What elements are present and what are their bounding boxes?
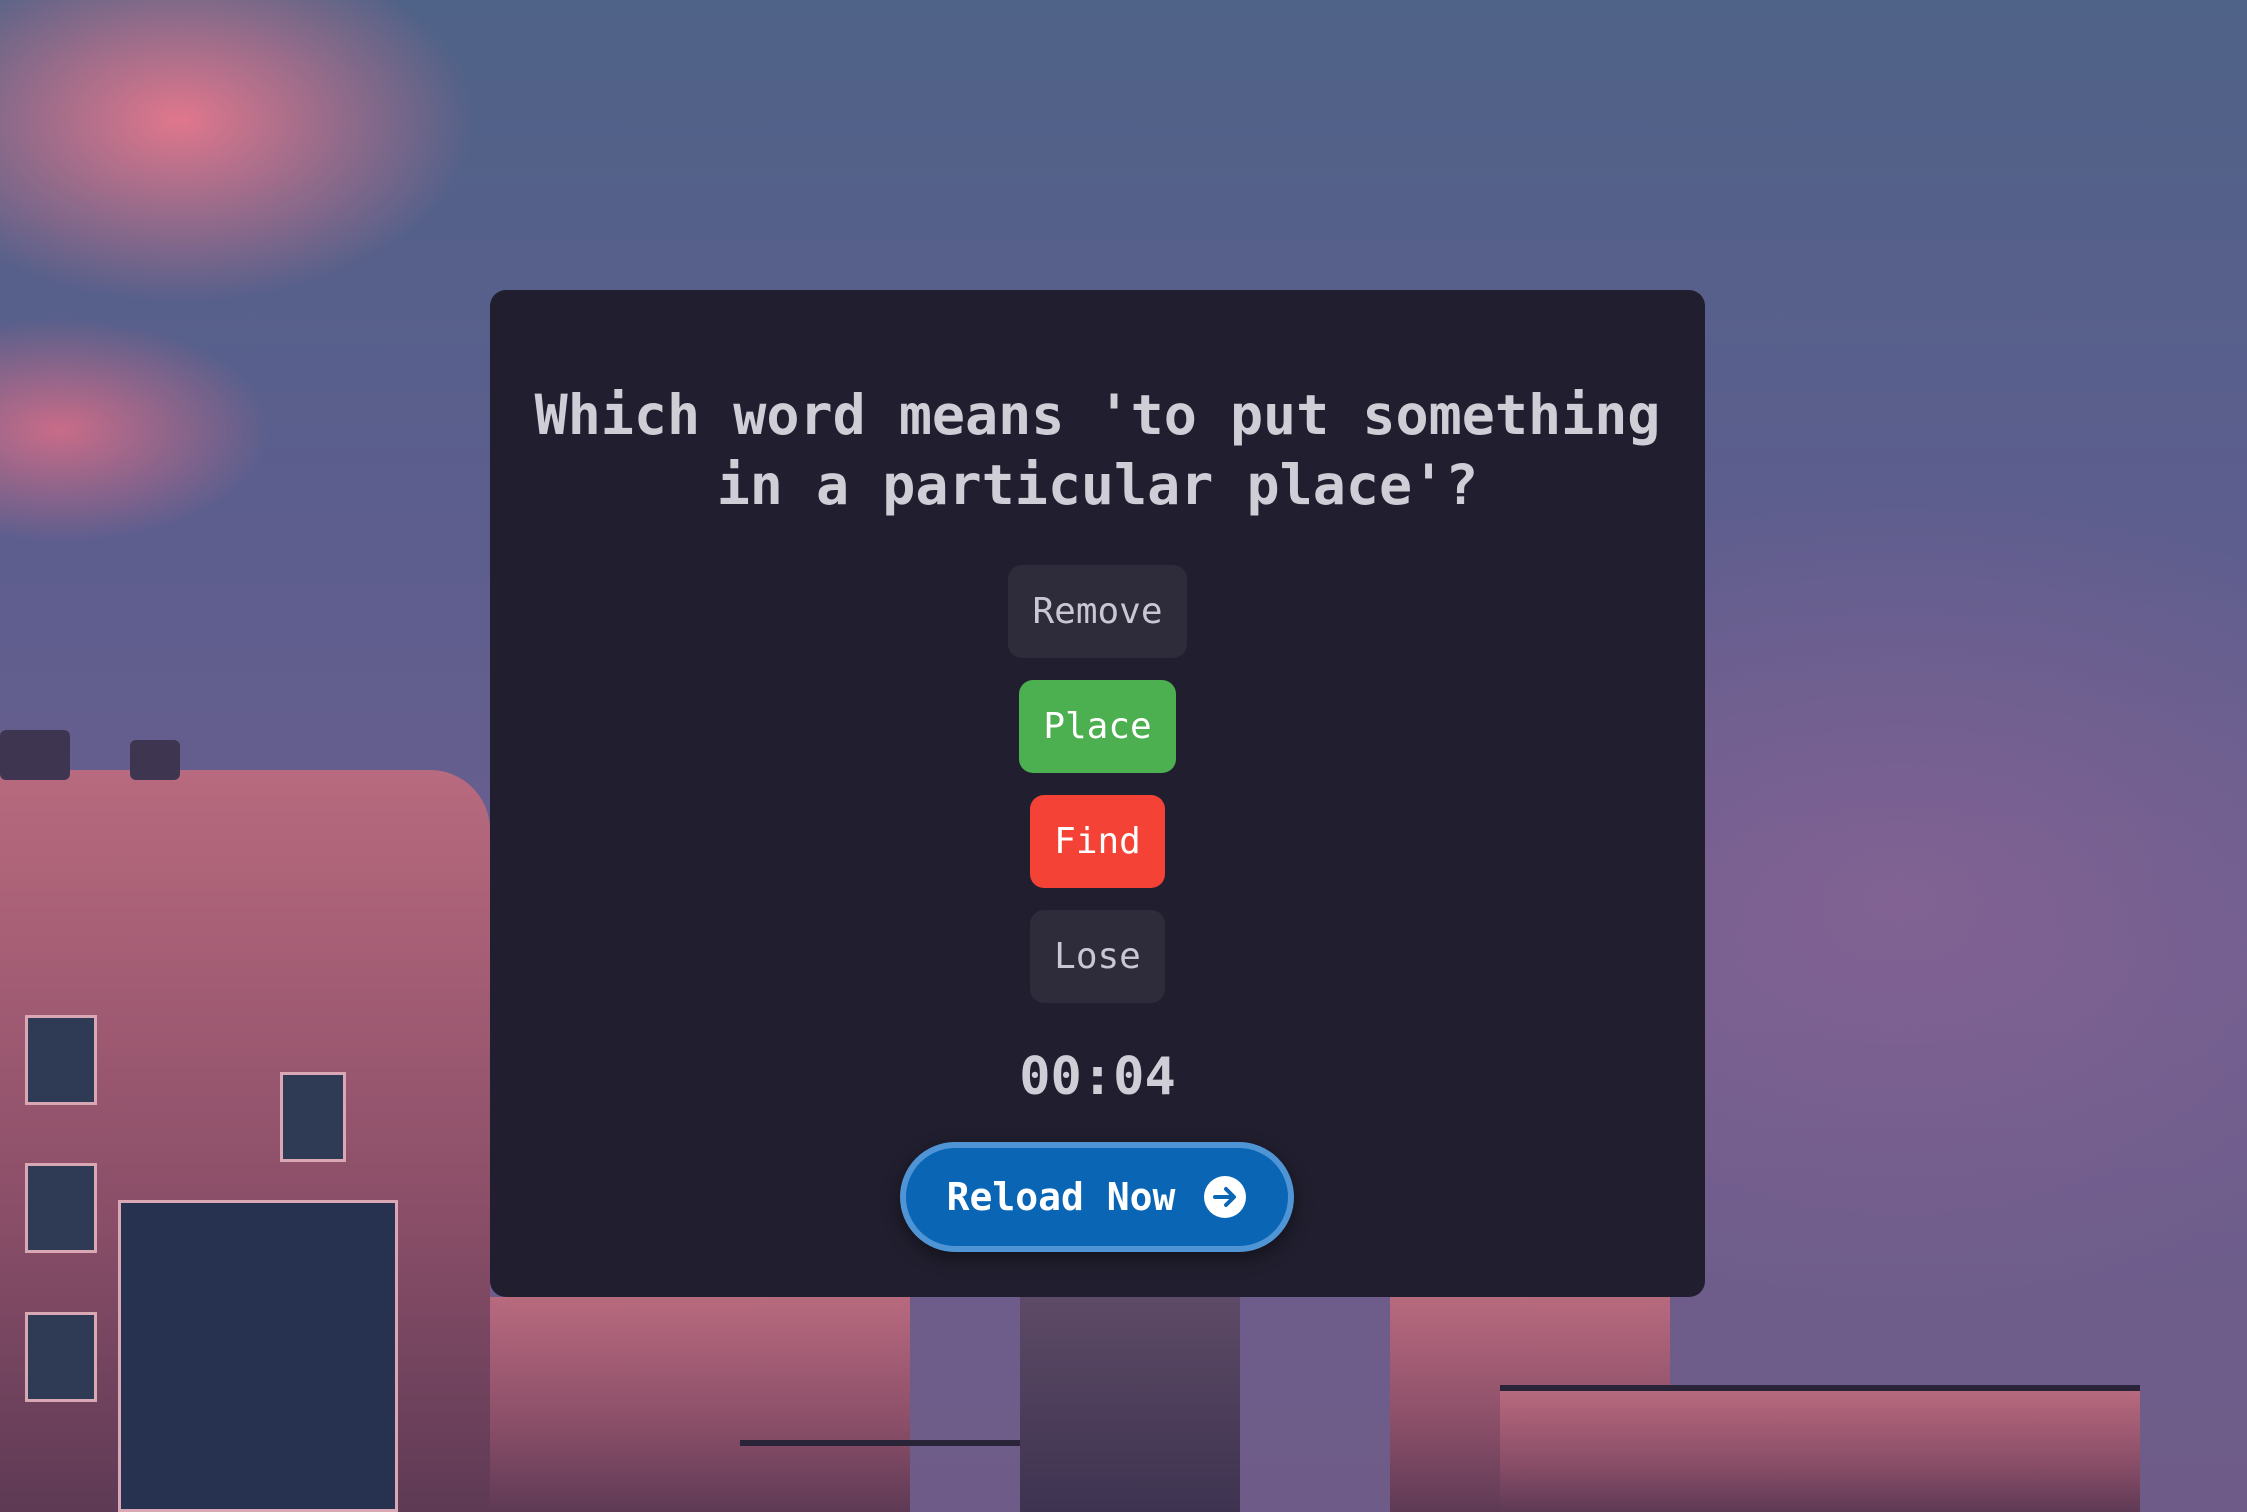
- question-text: Which word means 'to put something in a …: [534, 383, 1661, 517]
- background-window: [118, 1200, 398, 1512]
- background-railing: [740, 1440, 1020, 1446]
- option-lose-button[interactable]: Lose: [1030, 910, 1165, 1003]
- answer-options: Remove Place Find Lose: [490, 565, 1705, 1003]
- background-window: [25, 1015, 97, 1105]
- background-building: [0, 730, 70, 780]
- background-window: [25, 1312, 97, 1402]
- background-building: [1020, 1297, 1240, 1512]
- background-window: [280, 1072, 346, 1162]
- background-railing: [1500, 1385, 2140, 1391]
- reload-now-label: Reload Now: [946, 1175, 1176, 1219]
- background-building: [130, 740, 180, 780]
- quiz-card: Which word means 'to put something in a …: [490, 290, 1705, 1297]
- background-building: [1500, 1390, 2140, 1512]
- background-window: [25, 1163, 97, 1253]
- reload-now-button[interactable]: Reload Now: [900, 1142, 1294, 1252]
- countdown-timer: 00:04: [1019, 1047, 1176, 1107]
- arrow-right-circle-icon: [1203, 1175, 1247, 1219]
- option-place-button[interactable]: Place: [1019, 680, 1176, 773]
- background-building: [490, 1297, 910, 1512]
- option-find-button[interactable]: Find: [1030, 795, 1165, 888]
- option-remove-button[interactable]: Remove: [1008, 565, 1187, 658]
